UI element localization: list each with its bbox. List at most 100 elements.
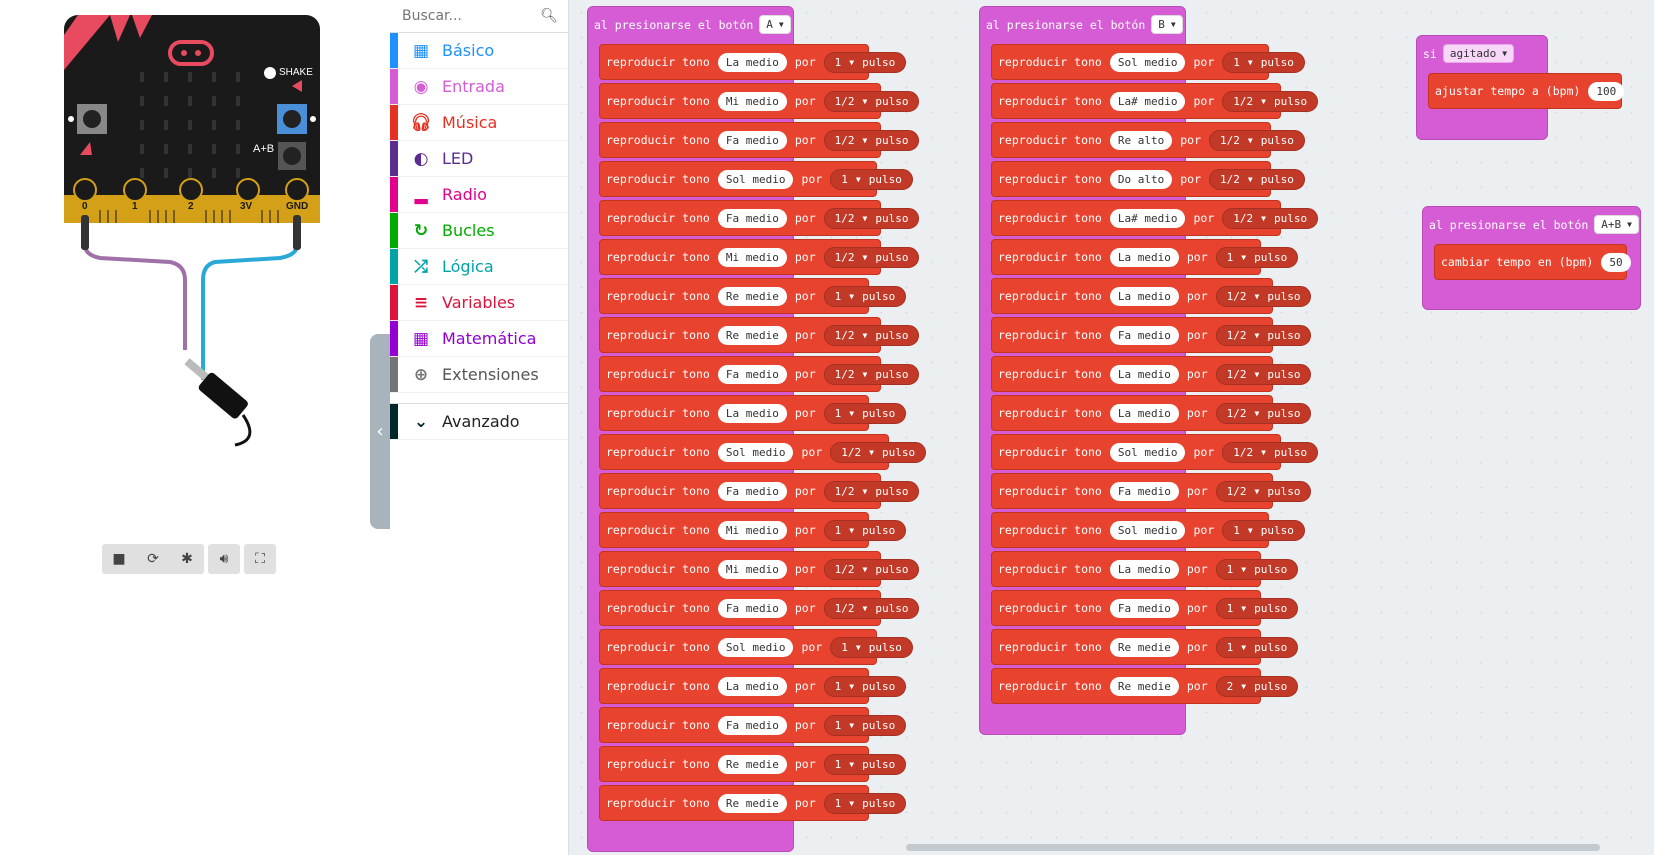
play-tone-block[interactable]: reproducir tono La medio por 1/2 ▼ pulso: [991, 395, 1312, 431]
beat-dropdown[interactable]: 1/2 ▼ pulso: [823, 129, 920, 151]
play-tone-block[interactable]: reproducir tono Do alto por 1/2 ▼ pulso: [991, 161, 1305, 197]
beat-dropdown[interactable]: 1/2 ▼ pulso: [1215, 285, 1312, 307]
note-picker[interactable]: Fa medio: [717, 481, 787, 501]
note-picker[interactable]: La medio: [1109, 286, 1179, 306]
category-10[interactable]: ⌄ Avanzado: [390, 403, 568, 440]
note-picker[interactable]: La medio: [1109, 403, 1179, 423]
beat-dropdown[interactable]: 1 ▼ pulso: [1222, 519, 1305, 541]
play-tone-block[interactable]: reproducir tono Re medie por 2 ▼ pulso: [991, 668, 1299, 704]
note-picker[interactable]: Re medie: [717, 286, 787, 306]
button-dropdown[interactable]: A+B ▼: [1594, 215, 1639, 234]
beat-dropdown[interactable]: 1/2 ▼ pulso: [1215, 480, 1312, 502]
beat-dropdown[interactable]: 1 ▼ pulso: [823, 285, 907, 307]
sound-icon[interactable]: 🔊︎: [208, 544, 240, 574]
note-picker[interactable]: Fa medio: [717, 598, 787, 618]
play-tone-block[interactable]: reproducir tono La medio por 1 ▼ pulso: [599, 668, 907, 704]
beat-dropdown[interactable]: 1/2 ▼ pulso: [830, 441, 927, 463]
category-2[interactable]: 🎧︎ Música: [390, 105, 568, 141]
category-9[interactable]: ⊕ Extensiones: [390, 357, 568, 393]
note-picker[interactable]: Re medie: [1109, 676, 1179, 696]
tempo-change-value[interactable]: 50: [1601, 252, 1631, 272]
restart-icon[interactable]: ⟳: [136, 544, 170, 574]
play-tone-block[interactable]: reproducir tono Re medie por 1 ▼ pulso: [599, 746, 907, 782]
fullscreen-icon[interactable]: ⛶: [244, 544, 276, 574]
category-3[interactable]: ◐ LED: [390, 141, 568, 177]
play-tone-block[interactable]: reproducir tono Re medie por 1 ▼ pulso: [599, 278, 907, 314]
beat-dropdown[interactable]: 1/2 ▼ pulso: [823, 324, 920, 346]
note-picker[interactable]: La# medio: [1109, 91, 1186, 111]
note-picker[interactable]: Fa medio: [1109, 598, 1179, 618]
beat-dropdown[interactable]: 1/2 ▼ pulso: [1222, 90, 1319, 112]
play-tone-block[interactable]: reproducir tono Mi medio por 1 ▼ pulso: [599, 512, 907, 548]
button-ab[interactable]: [278, 142, 306, 170]
button-dropdown[interactable]: A ▼: [759, 15, 791, 34]
beat-dropdown[interactable]: 1 ▼ pulso: [823, 402, 907, 424]
beat-dropdown[interactable]: 2 ▼ pulso: [1215, 675, 1299, 697]
button-a[interactable]: [77, 104, 107, 134]
note-picker[interactable]: La medio: [1109, 364, 1179, 384]
play-tone-block[interactable]: reproducir tono Fa medio por 1/2 ▼ pulso: [991, 317, 1312, 353]
collapse-simulator-button[interactable]: ‹: [370, 334, 390, 529]
play-tone-block[interactable]: reproducir tono La medio por 1/2 ▼ pulso: [991, 278, 1312, 314]
note-picker[interactable]: Fa medio: [717, 364, 787, 384]
play-tone-block[interactable]: reproducir tono La medio por 1 ▼ pulso: [991, 551, 1299, 587]
beat-dropdown[interactable]: 1 ▼ pulso: [823, 519, 907, 541]
category-0[interactable]: ▦ Básico: [390, 33, 568, 69]
category-4[interactable]: ▂ Radio: [390, 177, 568, 213]
note-picker[interactable]: Fa medio: [1109, 325, 1179, 345]
debug-icon[interactable]: ✱: [170, 544, 204, 574]
horizontal-scrollbar[interactable]: [906, 844, 1600, 851]
category-8[interactable]: ▦ Matemática: [390, 321, 568, 357]
note-picker[interactable]: Sol medio: [1109, 52, 1186, 72]
beat-dropdown[interactable]: 1 ▼ pulso: [823, 792, 907, 814]
play-tone-block[interactable]: reproducir tono Re medie por 1 ▼ pulso: [991, 629, 1299, 665]
beat-dropdown[interactable]: 1 ▼ pulso: [823, 714, 907, 736]
button-b[interactable]: [277, 104, 307, 134]
play-tone-block[interactable]: reproducir tono La medio por 1 ▼ pulso: [599, 395, 907, 431]
play-tone-block[interactable]: reproducir tono Sol medio por 1 ▼ pulso: [991, 512, 1305, 548]
beat-dropdown[interactable]: 1/2 ▼ pulso: [823, 480, 920, 502]
beat-dropdown[interactable]: 1 ▼ pulso: [1222, 51, 1305, 73]
note-picker[interactable]: Mi medio: [717, 91, 787, 111]
play-tone-block[interactable]: reproducir tono Mi medio por 1/2 ▼ pulso: [599, 551, 920, 587]
play-tone-block[interactable]: reproducir tono Fa medio por 1/2 ▼ pulso: [599, 122, 920, 158]
beat-dropdown[interactable]: 1/2 ▼ pulso: [823, 597, 920, 619]
note-picker[interactable]: La# medio: [1109, 208, 1186, 228]
beat-dropdown[interactable]: 1/2 ▼ pulso: [823, 207, 920, 229]
note-picker[interactable]: Mi medio: [717, 247, 787, 267]
play-tone-block[interactable]: reproducir tono La medio por 1/2 ▼ pulso: [991, 356, 1312, 392]
note-picker[interactable]: Re medie: [717, 793, 787, 813]
note-picker[interactable]: La medio: [1109, 247, 1179, 267]
gesture-dropdown[interactable]: agitado ▼: [1442, 44, 1515, 63]
play-tone-block[interactable]: reproducir tono La medio por 1 ▼ pulso: [991, 239, 1299, 275]
beat-dropdown[interactable]: 1/2 ▼ pulso: [1209, 129, 1305, 151]
beat-dropdown[interactable]: 1/2 ▼ pulso: [823, 246, 920, 268]
note-picker[interactable]: Fa medio: [1109, 481, 1179, 501]
search-icon[interactable]: 🔍︎: [540, 8, 558, 24]
note-picker[interactable]: Mi medio: [717, 559, 787, 579]
beat-dropdown[interactable]: 1/2 ▼ pulso: [1209, 168, 1305, 190]
note-picker[interactable]: Sol medio: [1109, 442, 1186, 462]
category-1[interactable]: ◉ Entrada: [390, 69, 568, 105]
stop-icon[interactable]: ■: [102, 544, 136, 574]
note-picker[interactable]: Fa medio: [717, 715, 787, 735]
beat-dropdown[interactable]: 1/2 ▼ pulso: [1215, 402, 1312, 424]
beat-dropdown[interactable]: 1 ▼ pulso: [830, 168, 913, 190]
play-tone-block[interactable]: reproducir tono Re medie por 1/2 ▼ pulso: [599, 317, 920, 353]
category-7[interactable]: ≡ Variables: [390, 285, 568, 321]
beat-dropdown[interactable]: 1/2 ▼ pulso: [1222, 441, 1319, 463]
beat-dropdown[interactable]: 1/2 ▼ pulso: [1215, 324, 1312, 346]
search-input[interactable]: [400, 7, 534, 25]
play-tone-block[interactable]: reproducir tono Fa medio por 1/2 ▼ pulso: [599, 356, 920, 392]
play-tone-block[interactable]: reproducir tono Re medie por 1 ▼ pulso: [599, 785, 907, 821]
beat-dropdown[interactable]: 1 ▼ pulso: [1215, 597, 1299, 619]
note-picker[interactable]: Fa medio: [717, 208, 787, 228]
button-dropdown[interactable]: B ▼: [1151, 15, 1183, 34]
note-picker[interactable]: La medio: [1109, 559, 1179, 579]
tempo-value[interactable]: 100: [1588, 81, 1625, 101]
note-picker[interactable]: Sol medio: [717, 442, 794, 462]
workspace[interactable]: al presionarse el botón A ▼ reproducir tono…: [569, 0, 1654, 855]
play-tone-block[interactable]: reproducir tono Fa medio por 1/2 ▼ pulso: [991, 473, 1312, 509]
beat-dropdown[interactable]: 1 ▼ pulso: [823, 753, 907, 775]
beat-dropdown[interactable]: 1/2 ▼ pulso: [823, 558, 920, 580]
